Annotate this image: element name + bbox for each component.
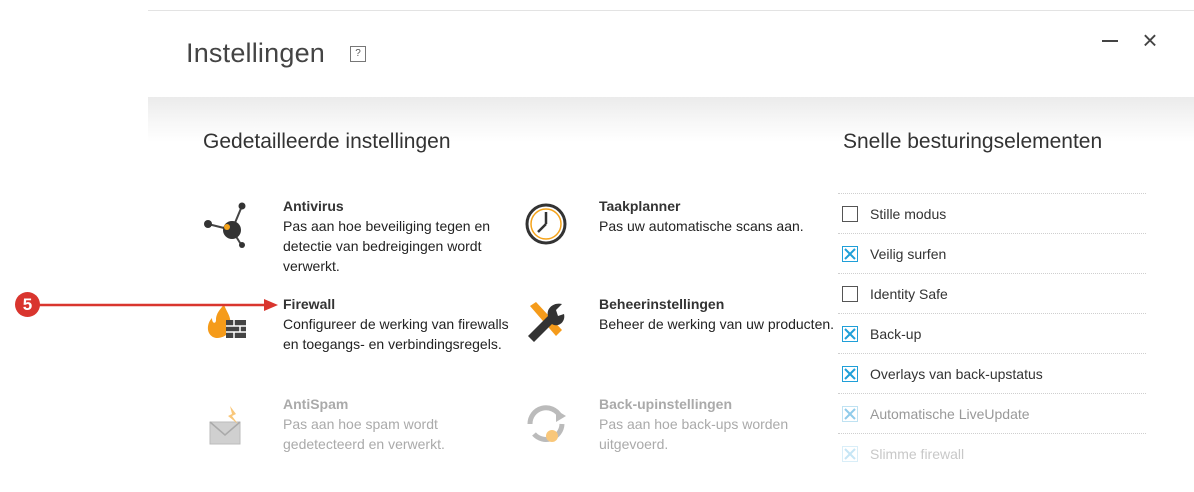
antivirus-title: Antivirus [283, 198, 344, 214]
quick-toggle-label: Identity Safe [870, 285, 948, 302]
clock-icon [522, 200, 570, 248]
firewall-item[interactable]: Firewall Configureer de werking van fire… [207, 296, 523, 354]
taakplanner-title: Taakplanner [599, 198, 681, 214]
quick-toggle-automatische-liveupdate[interactable]: Automatische LiveUpdate [838, 393, 1146, 433]
help-button[interactable]: ? [350, 46, 366, 62]
detailed-settings-heading: Gedetailleerde instellingen [203, 130, 451, 153]
antispam-icon [202, 402, 250, 450]
checkbox-checked[interactable] [842, 365, 858, 382]
quick-toggle-veilig-surfen[interactable]: Veilig surfen [838, 233, 1146, 273]
annotation-arrow [38, 299, 278, 311]
beheerinstellingen-title: Beheerinstellingen [599, 296, 725, 312]
tools-icon [522, 296, 570, 344]
beheerinstellingen-item[interactable]: Beheerinstellingen Beheer de werking van… [528, 296, 839, 342]
quick-toggle-label: Slimme firewall [870, 445, 965, 462]
quick-toggle-label: Back-up [870, 325, 922, 342]
taakplanner-item[interactable]: Taakplanner Pas uw automatische scans aa… [525, 198, 839, 245]
beheerinstellingen-description: Beheer de werking van uw producten. [599, 316, 835, 332]
check-x-icon [844, 407, 856, 420]
checkbox-checked[interactable] [842, 245, 858, 262]
quick-toggle-label: Veilig surfen [870, 245, 947, 262]
firewall-description: Configureer de werking van firewalls en … [283, 316, 509, 352]
taakplanner-description: Pas uw automatische scans aan. [599, 218, 804, 234]
quick-toggle-identity-safe[interactable]: Identity Safe [838, 273, 1146, 313]
back-upinstellingen-description: Pas aan hoe back-ups worden uitgevoerd. [599, 416, 789, 452]
check-x-icon [844, 327, 856, 340]
page-title: Instellingen [186, 38, 325, 68]
quick-controls-list: Stille modus Veilig surfen Identity Safe… [838, 193, 1146, 473]
quick-controls-heading: Snelle besturingselementen [843, 130, 1103, 153]
antivirus-icon [202, 200, 250, 248]
check-x-icon [844, 447, 856, 460]
checkbox[interactable] [842, 285, 858, 302]
quick-toggle-stille-modus[interactable]: Stille modus [838, 193, 1146, 233]
quick-toggle-label: Automatische LiveUpdate [870, 405, 1030, 422]
firewall-title: Firewall [283, 296, 336, 312]
quick-toggle-slimme-firewall[interactable]: Slimme firewall [838, 433, 1146, 473]
annotation-marker: 5 [15, 292, 40, 317]
check-x-icon [844, 247, 856, 260]
checkbox[interactable] [842, 205, 858, 222]
antispam-title: AntiSpam [283, 396, 349, 412]
quick-toggle-back-up[interactable]: Back-up [838, 313, 1146, 353]
check-x-icon [844, 367, 856, 380]
checkbox-checked[interactable] [842, 405, 858, 422]
backup-icon [522, 400, 570, 448]
antispam-item[interactable]: AntiSpam Pas aan hoe spam wordt gedetect… [209, 396, 523, 454]
quick-toggle-label: Overlays van back-upstatus [870, 365, 1043, 382]
minimize-button[interactable] [1100, 30, 1120, 50]
antispam-description: Pas aan hoe spam wordt gedetecteerd en v… [283, 416, 445, 452]
quick-toggle-overlays-back-upstatus[interactable]: Overlays van back-upstatus [838, 353, 1146, 393]
back-upinstellingen-item[interactable]: Back-upinstellingen Pas aan hoe back-ups… [527, 396, 839, 454]
checkbox-checked[interactable] [842, 325, 858, 342]
close-button[interactable]: × [1140, 27, 1160, 54]
checkbox-checked[interactable] [842, 445, 858, 462]
quick-toggle-label: Stille modus [870, 205, 947, 222]
back-upinstellingen-title: Back-upinstellingen [599, 396, 733, 412]
antivirus-item[interactable]: Antivirus Pas aan hoe beveiliging tegen … [204, 198, 523, 276]
antivirus-description: Pas aan hoe beveiliging tegen en detecti… [283, 218, 491, 274]
list-fade-overlay [838, 470, 1158, 492]
